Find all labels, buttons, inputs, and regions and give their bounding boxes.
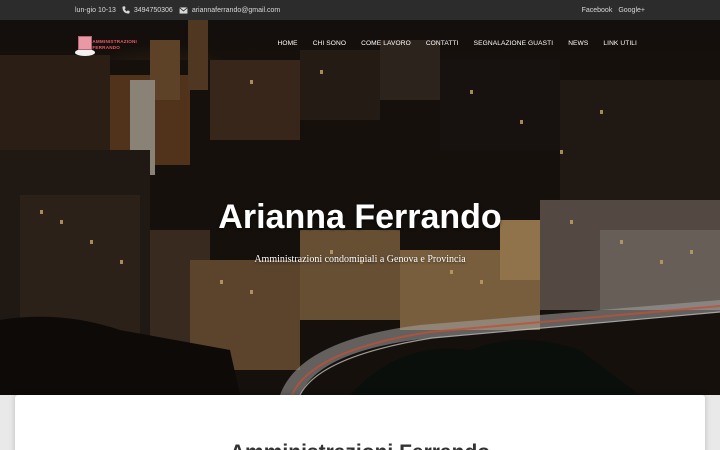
nav-come-lavoro[interactable]: COME LAVORO <box>361 40 411 47</box>
hero-title: Arianna Ferrando <box>218 198 502 236</box>
phone-link[interactable]: 3494750306 <box>122 6 173 14</box>
nav-contatti[interactable]: CONTATTI <box>426 40 459 47</box>
contact-info: lun-gio 10-13 3494750306 ariannaferrando… <box>75 6 280 14</box>
nav-news[interactable]: NEWS <box>568 40 588 47</box>
nav-link-utili[interactable]: LINK UTILI <box>603 40 637 47</box>
logo-icon <box>75 34 95 56</box>
email-link[interactable]: ariannaferrando@gmail.com <box>179 7 280 14</box>
site-logo[interactable]: AMMINISTRAZIONI FERRANDO <box>75 32 137 58</box>
section-heading: Amministrazioni Ferrando <box>15 441 705 450</box>
social-links: Facebook Google+ <box>582 7 645 14</box>
main-nav: HOME CHI SONO COME LAVORO CONTATTI SEGNA… <box>278 40 638 47</box>
nav-chi-sono[interactable]: CHI SONO <box>313 40 346 47</box>
logo-line-2: FERRANDO <box>92 45 121 50</box>
top-bar: lun-gio 10-13 3494750306 ariannaferrando… <box>0 0 720 20</box>
google-plus-link[interactable]: Google+ <box>618 7 645 14</box>
content-card: Amministrazioni Ferrando <box>15 395 705 450</box>
facebook-link[interactable]: Facebook <box>582 7 613 14</box>
envelope-icon <box>179 6 188 14</box>
nav-home[interactable]: HOME <box>278 40 298 47</box>
nav-segnalazione-guasti[interactable]: SEGNALAZIONE GUASTI <box>474 40 554 47</box>
hero-subtitle: Amministrazioni condominiali a Genova e … <box>254 254 466 265</box>
phone-icon <box>122 6 130 14</box>
opening-hours: lun-gio 10-13 <box>75 6 116 14</box>
phone-number: 3494750306 <box>133 6 173 14</box>
email-address: ariannaferrando@gmail.com <box>191 6 281 14</box>
